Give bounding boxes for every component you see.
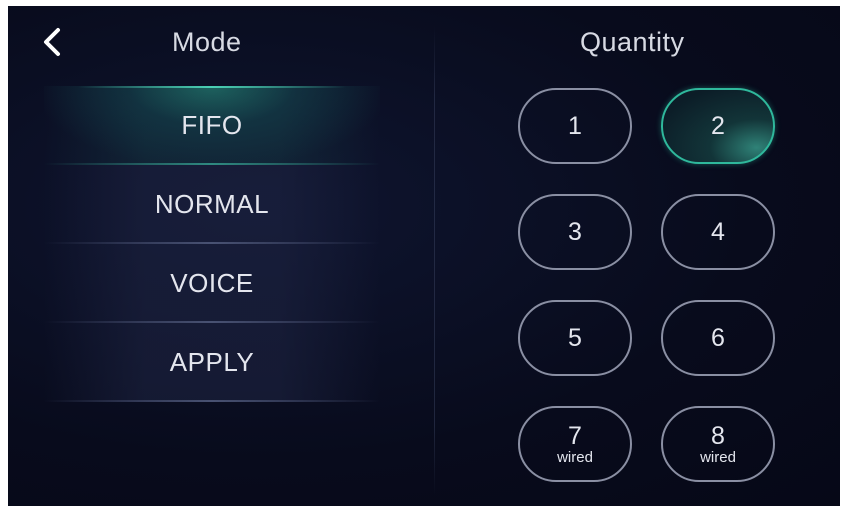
quantity-number: 3 bbox=[568, 218, 582, 246]
quantity-button-1[interactable]: 1 bbox=[518, 88, 632, 164]
mode-quantity-screen: Mode Quantity FIFO NORMAL VOICE APPLY 1 … bbox=[8, 6, 840, 506]
mode-item-voice[interactable]: VOICE bbox=[44, 244, 380, 323]
mode-item-fifo[interactable]: FIFO bbox=[44, 86, 380, 165]
quantity-sublabel: wired bbox=[557, 449, 593, 466]
mode-list: FIFO NORMAL VOICE APPLY bbox=[44, 86, 380, 402]
quantity-button-4[interactable]: 4 bbox=[661, 194, 775, 270]
quantity-button-7-wired[interactable]: 7 wired bbox=[518, 406, 632, 482]
back-button[interactable] bbox=[38, 24, 68, 60]
quantity-button-2[interactable]: 2 bbox=[661, 88, 775, 164]
mode-title: Mode bbox=[172, 27, 242, 57]
quantity-number: 5 bbox=[568, 324, 582, 352]
quantity-number: 7 bbox=[568, 422, 582, 450]
mode-item-normal[interactable]: NORMAL bbox=[44, 165, 380, 244]
quantity-button-6[interactable]: 6 bbox=[661, 300, 775, 376]
quantity-button-8-wired[interactable]: 8 wired bbox=[661, 406, 775, 482]
quantity-number: 6 bbox=[711, 324, 725, 352]
chevron-left-icon bbox=[44, 28, 60, 56]
quantity-number: 4 bbox=[711, 218, 725, 246]
mode-item-label: APPLY bbox=[169, 347, 255, 377]
mode-item-label: VOICE bbox=[170, 268, 254, 298]
mode-item-apply[interactable]: APPLY bbox=[44, 323, 380, 402]
quantity-sublabel: wired bbox=[700, 449, 736, 466]
mode-item-label: FIFO bbox=[181, 110, 243, 140]
mode-item-label: NORMAL bbox=[154, 189, 270, 219]
quantity-button-3[interactable]: 3 bbox=[518, 194, 632, 270]
quantity-title: Quantity bbox=[580, 27, 685, 57]
section-divider bbox=[434, 26, 435, 496]
quantity-number: 8 bbox=[711, 422, 725, 450]
quantity-button-5[interactable]: 5 bbox=[518, 300, 632, 376]
quantity-number: 1 bbox=[568, 112, 582, 140]
quantity-number: 2 bbox=[711, 112, 725, 140]
